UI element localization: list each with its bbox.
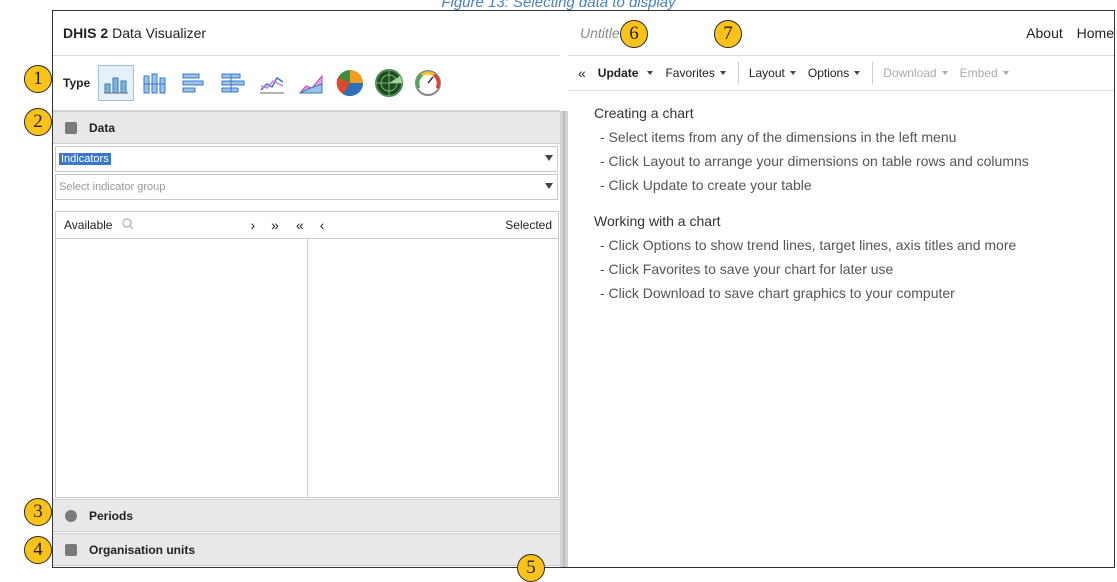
indicator-group-placeholder: Select indicator group (59, 181, 166, 193)
collapse-panel-button[interactable]: « (578, 65, 586, 81)
select-one-icon[interactable]: › (250, 217, 255, 233)
caret-down-icon (789, 71, 796, 75)
available-label: Available (64, 218, 113, 232)
creating-section: Creating a chart - Select items from any… (594, 105, 1114, 193)
options-menu[interactable]: Options (807, 66, 861, 80)
layout-menu[interactable]: Layout (749, 66, 796, 80)
data-visualizer-app: DHIS 2 Data Visualizer Type Data Indicat… (52, 10, 1115, 568)
help-content: Creating a chart - Select items from any… (568, 91, 1114, 301)
orgunits-panel-title: Organisation units (89, 542, 196, 557)
column-chart-icon[interactable] (98, 65, 135, 101)
pie-chart-icon[interactable] (332, 65, 368, 101)
selected-list[interactable] (308, 239, 558, 497)
orgunits-panel: Organisation units (53, 533, 560, 566)
data-panel-title: Data (89, 120, 116, 135)
line-chart-icon[interactable] (254, 65, 290, 101)
help-line: - Click Favorites to save your chart for… (600, 261, 894, 277)
orgunits-panel-header[interactable]: Organisation units (53, 533, 560, 566)
deselect-all-icon[interactable]: « (296, 217, 304, 233)
stacked-bar-icon[interactable] (215, 65, 251, 101)
working-title: Working with a chart (594, 213, 721, 229)
chevron-down-icon (545, 183, 553, 189)
caret-down-icon (1002, 71, 1009, 75)
chevron-down-icon (545, 155, 553, 161)
stacked-column-icon[interactable] (137, 65, 173, 101)
app-name: Data Visualizer (112, 25, 207, 41)
options-label: Options (807, 66, 850, 80)
update-label: Update (597, 66, 639, 80)
data-panel-icon (65, 121, 77, 134)
bar-chart-icon[interactable] (176, 65, 212, 101)
toolbar-divider (737, 62, 739, 84)
callout-4: 4 (24, 536, 52, 564)
update-button[interactable]: Update (598, 66, 654, 80)
toolbar: « Update Favorites Layout Options Downlo… (568, 56, 1114, 91)
panel-splitter[interactable] (560, 111, 568, 567)
data-panel-header[interactable]: Data (53, 111, 560, 144)
indicator-group-select[interactable]: Select indicator group (55, 174, 558, 200)
callout-3: 3 (24, 498, 52, 526)
callout-1: 1 (24, 65, 52, 93)
caret-down-icon (719, 71, 726, 75)
select-all-icon[interactable]: » (271, 217, 279, 233)
download-menu[interactable]: Download (883, 66, 948, 80)
help-line: - Click Options to show trend lines, tar… (600, 237, 1017, 253)
gauge-chart-icon[interactable] (410, 65, 446, 101)
dimension-lists: Available › » « ‹ Selected (55, 211, 559, 498)
caret-down-icon (854, 71, 861, 75)
data-type-value: Indicators (59, 153, 111, 165)
periods-panel-title: Periods (89, 508, 134, 523)
toolbar-divider (872, 62, 874, 84)
help-line: - Select items from any of the dimension… (600, 129, 957, 145)
plus-icon (65, 543, 77, 556)
periods-panel: Periods (53, 499, 560, 532)
available-list[interactable] (56, 239, 308, 497)
radar-chart-icon[interactable] (371, 65, 407, 101)
caret-down-icon (941, 71, 948, 75)
about-link[interactable]: About (1026, 25, 1063, 41)
embed-menu[interactable]: Embed (960, 66, 1009, 80)
brand-name: DHIS 2 (63, 25, 109, 41)
favorites-label: Favorites (665, 66, 715, 80)
callout-2: 2 (24, 108, 52, 136)
search-icon[interactable] (122, 217, 135, 233)
download-label: Download (883, 66, 937, 80)
callout-6: 6 (620, 20, 648, 48)
callout-7: 7 (714, 20, 742, 48)
callout-5: 5 (517, 554, 545, 582)
layout-label: Layout (748, 66, 785, 80)
caret-down-icon (647, 71, 654, 75)
help-line: - Click Download to save chart graphics … (600, 285, 955, 301)
working-section: Working with a chart - Click Options to … (594, 213, 1114, 301)
right-panel: Untitled About Home « Update Favorites L… (568, 11, 1114, 567)
creating-title: Creating a chart (594, 105, 694, 121)
selected-label: Selected (505, 218, 552, 232)
favorite-title-bar: Untitled About Home (568, 11, 1114, 56)
periods-panel-header[interactable]: Periods (53, 499, 560, 532)
app-title-bar: DHIS 2 Data Visualizer (53, 11, 560, 56)
help-line: - Click Update to create your table (600, 177, 812, 193)
deselect-one-icon[interactable]: ‹ (320, 217, 325, 233)
data-type-select[interactable]: Indicators (55, 146, 558, 172)
area-chart-icon[interactable] (293, 65, 329, 101)
header-links: About Home (1026, 25, 1114, 41)
clock-icon (65, 509, 77, 522)
home-link[interactable]: Home (1077, 25, 1114, 41)
embed-label: Embed (959, 66, 998, 80)
favorites-menu[interactable]: Favorites (665, 66, 726, 80)
left-panel: DHIS 2 Data Visualizer Type Data Indicat… (53, 11, 560, 567)
help-line: - Click Layout to arrange your dimension… (600, 153, 1029, 169)
list-header: Available › » « ‹ Selected (56, 212, 558, 239)
type-label: Type (63, 76, 91, 90)
chart-type-bar: Type (53, 56, 560, 111)
